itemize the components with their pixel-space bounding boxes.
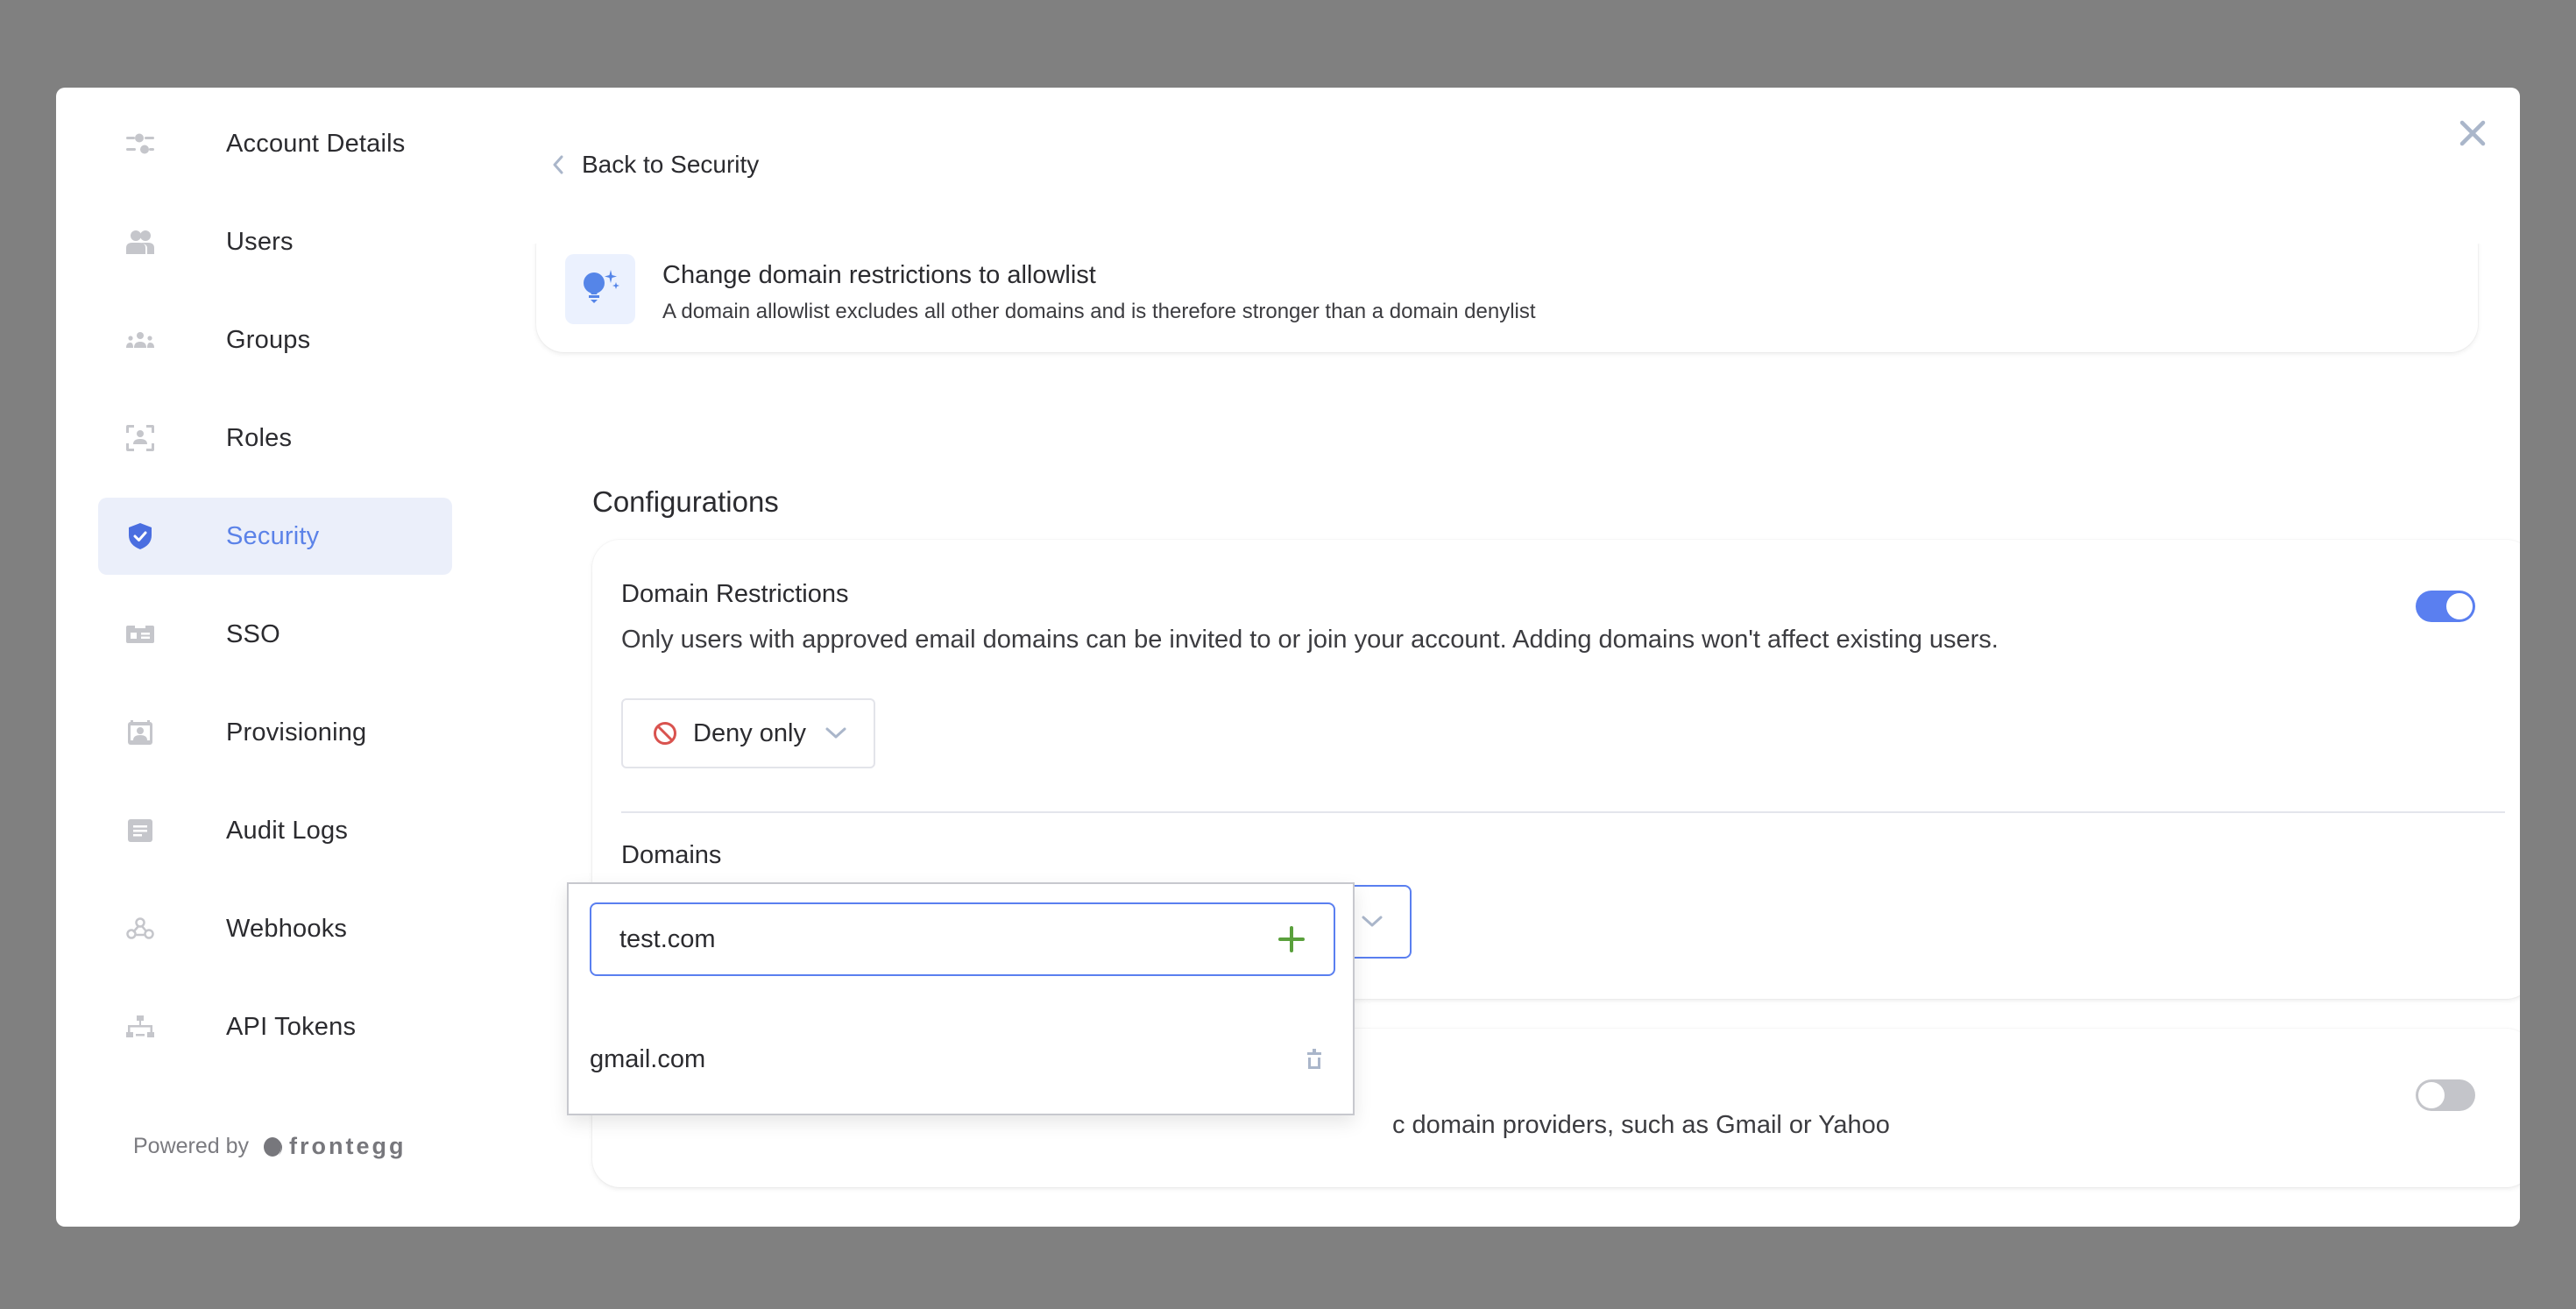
sidebar-item-label: API Tokens — [226, 1012, 357, 1041]
back-to-security-link[interactable]: Back to Security — [552, 151, 759, 179]
add-domain-field[interactable] — [590, 902, 1335, 976]
domain-restrictions-toggle[interactable] — [2416, 591, 2475, 622]
toggle-knob — [2446, 593, 2473, 619]
tip-title: Change domain restrictions to allowlist — [662, 261, 1096, 289]
chevron-left-icon — [553, 155, 563, 174]
sidebar-item-api-tokens[interactable]: API Tokens — [98, 988, 452, 1065]
lightbulb-sparkle-icon — [565, 254, 635, 324]
sidebar-item-label: Account Details — [226, 129, 406, 158]
groups-icon — [126, 326, 154, 354]
sidebar-item-users[interactable]: Users — [98, 203, 452, 280]
domain-list-item-label: gmail.com — [590, 1044, 706, 1073]
sidebar-item-label: Security — [226, 521, 320, 550]
powered-by-label: Powered by — [133, 1134, 250, 1158]
trash-icon[interactable] — [1306, 1049, 1323, 1070]
restriction-mode-value: Deny only — [693, 718, 806, 747]
settings-modal: Account Details Users Groups Roles Secur… — [56, 88, 2520, 1227]
sidebar-item-label: Users — [226, 227, 294, 256]
users-icon — [126, 228, 154, 256]
sidebar: Account Details Users Groups Roles Secur… — [56, 88, 468, 1227]
hierarchy-icon — [126, 1013, 154, 1041]
domain-restrictions-title: Domain Restrictions — [621, 580, 849, 608]
chevron-down-icon — [825, 727, 846, 739]
back-label: Back to Security — [582, 151, 760, 178]
sidebar-item-label: Audit Logs — [226, 816, 349, 845]
domain-list-item[interactable]: gmail.com — [569, 1024, 1353, 1094]
sidebar-item-label: Provisioning — [226, 718, 367, 746]
powered-by: Powered by frontegg — [133, 1133, 407, 1160]
divider — [621, 811, 2505, 813]
domains-label: Domains — [621, 841, 722, 869]
close-icon — [2459, 120, 2486, 146]
brand-name: frontegg — [289, 1133, 407, 1159]
sidebar-item-security[interactable]: Security — [98, 498, 452, 575]
domain-restrictions-description: Only users with approved email domains c… — [621, 626, 1999, 654]
document-icon — [126, 817, 154, 845]
close-button[interactable] — [2457, 117, 2488, 149]
sidebar-item-provisioning[interactable]: Provisioning — [98, 694, 452, 771]
shield-check-icon — [126, 522, 154, 550]
sso-card-icon — [126, 620, 154, 648]
frontegg-logo-icon — [264, 1136, 283, 1157]
roles-icon — [126, 424, 154, 452]
sliders-icon — [126, 130, 154, 158]
sidebar-item-label: SSO — [226, 619, 280, 648]
configurations-heading: Configurations — [592, 485, 779, 518]
add-domain-input[interactable] — [619, 904, 1250, 974]
tip-subtitle: A domain allowlist excludes all other do… — [662, 300, 1536, 323]
toggle-knob — [2418, 1082, 2445, 1108]
provisioning-icon — [126, 718, 154, 746]
chevron-down-icon[interactable] — [1361, 915, 1384, 929]
public-domains-description-text: c domain providers, such as Gmail or Yah… — [1392, 1111, 1890, 1139]
sidebar-item-account-details[interactable]: Account Details — [98, 105, 452, 182]
sidebar-item-sso[interactable]: SSO — [98, 596, 452, 673]
domains-dropdown: gmail.com — [567, 882, 1355, 1115]
sidebar-item-label: Roles — [226, 423, 293, 452]
sidebar-item-audit-logs[interactable]: Audit Logs — [98, 792, 452, 869]
sidebar-item-webhooks[interactable]: Webhooks — [98, 890, 452, 967]
frontegg-logo: frontegg — [263, 1133, 406, 1160]
sidebar-item-label: Webhooks — [226, 914, 348, 943]
ban-icon — [654, 722, 676, 745]
restriction-mode-select[interactable]: Deny only — [621, 698, 875, 768]
sidebar-item-roles[interactable]: Roles — [98, 400, 452, 477]
webhook-icon — [126, 915, 154, 943]
allowlist-tip-card: Change domain restrictions to allowlist … — [536, 244, 2478, 352]
public-domains-toggle[interactable] — [2416, 1079, 2475, 1111]
sidebar-item-groups[interactable]: Groups — [98, 301, 452, 379]
sidebar-item-label: Groups — [226, 325, 311, 354]
plus-icon[interactable] — [1277, 925, 1306, 953]
